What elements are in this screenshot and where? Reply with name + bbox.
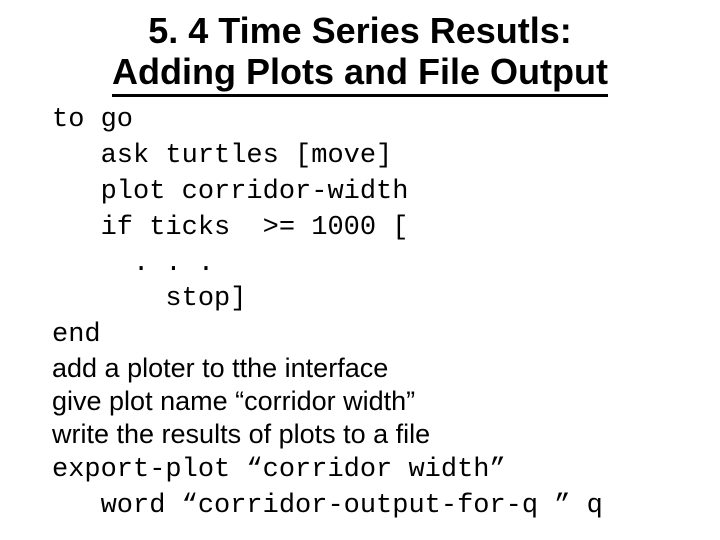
code-line: ask turtles [move] <box>52 141 392 171</box>
code-line: export-plot “corridor width” <box>52 455 506 485</box>
slide-title: 5. 4 Time Series Resutls: Adding Plots a… <box>40 10 680 93</box>
note-line: give plot name “corridor width” <box>52 386 415 416</box>
title-line-1: 5. 4 Time Series Resutls: <box>148 10 572 51</box>
note-line: write the results of plots to a file <box>52 419 430 449</box>
code-line: word “corridor-output-for-q ” q <box>52 491 603 521</box>
title-line-2: Adding Plots and File Output <box>112 51 608 97</box>
code-line: if ticks >= 1000 [ <box>52 213 408 243</box>
note-line: add a ploter to tthe interface <box>52 353 388 383</box>
code-line: plot corridor-width <box>52 177 408 207</box>
code-line: . . . <box>52 249 214 279</box>
slide: 5. 4 Time Series Resutls: Adding Plots a… <box>0 0 720 540</box>
code-line: stop] <box>52 284 246 314</box>
code-line: end <box>52 320 101 350</box>
slide-body: to go ask turtles [move] plot corridor-w… <box>0 101 720 523</box>
code-line: to go <box>52 105 133 135</box>
